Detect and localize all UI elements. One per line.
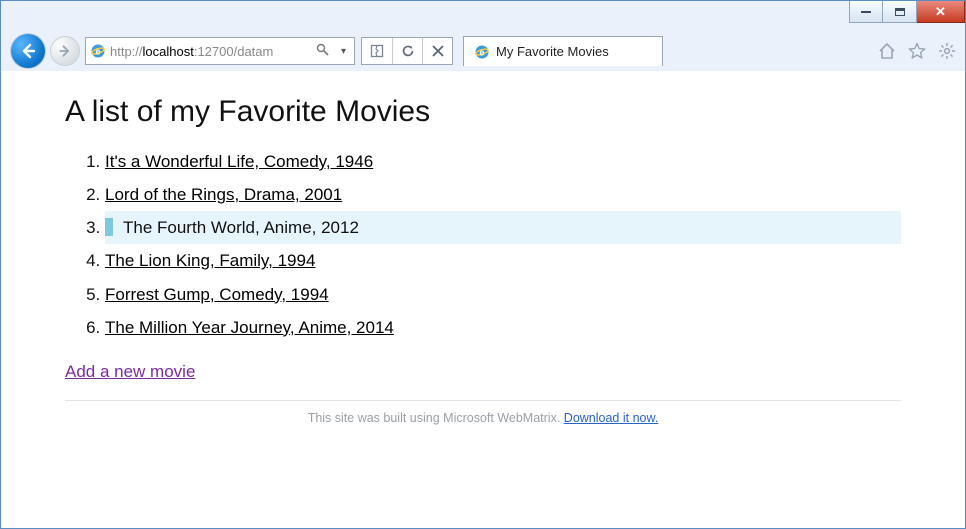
browser-right-icons bbox=[877, 41, 957, 61]
window-controls bbox=[849, 1, 965, 23]
tools-button[interactable] bbox=[937, 41, 957, 61]
home-button[interactable] bbox=[877, 41, 897, 61]
list-item: The Fourth World, Anime, 2012 bbox=[105, 211, 901, 244]
star-icon bbox=[908, 42, 926, 60]
compat-view-button[interactable] bbox=[362, 38, 392, 64]
list-item: Lord of the Rings, Drama, 2001 bbox=[105, 178, 901, 211]
address-dropdown[interactable]: ▾ bbox=[337, 46, 350, 57]
tab-title: My Favorite Movies bbox=[496, 44, 609, 59]
movie-label: The Fourth World, Anime, 2012 bbox=[123, 218, 359, 237]
movie-link[interactable]: Lord of the Rings, Drama, 2001 bbox=[105, 185, 342, 204]
toolbar-cluster bbox=[361, 37, 453, 65]
footer-text: This site was built using Microsoft WebM… bbox=[308, 411, 564, 425]
broken-page-icon bbox=[370, 44, 384, 58]
back-button[interactable] bbox=[11, 34, 45, 68]
svg-text:e: e bbox=[95, 47, 100, 57]
movie-list: It's a Wonderful Life, Comedy, 1946 Lord … bbox=[65, 145, 901, 344]
list-item: Forrest Gump, Comedy, 1994 bbox=[105, 278, 901, 311]
search-icon[interactable] bbox=[312, 43, 333, 59]
stop-button[interactable] bbox=[422, 38, 452, 64]
movie-link[interactable]: It's a Wonderful Life, Comedy, 1946 bbox=[105, 152, 373, 171]
list-item: The Million Year Journey, Anime, 2014 bbox=[105, 311, 901, 344]
refresh-icon bbox=[401, 44, 415, 58]
list-item: It's a Wonderful Life, Comedy, 1946 bbox=[105, 145, 901, 178]
maximize-button[interactable] bbox=[883, 1, 917, 23]
url-text: http://localhost:12700/datam bbox=[110, 44, 308, 59]
address-bar[interactable]: e http://localhost:12700/datam ▾ bbox=[85, 37, 355, 65]
movie-link[interactable]: The Million Year Journey, Anime, 2014 bbox=[105, 318, 394, 337]
svg-text:e: e bbox=[479, 47, 484, 57]
movie-link[interactable]: Forrest Gump, Comedy, 1994 bbox=[105, 285, 329, 304]
add-movie-link[interactable]: Add a new movie bbox=[65, 362, 195, 381]
gear-icon bbox=[938, 42, 956, 60]
footer: This site was built using Microsoft WebM… bbox=[65, 411, 901, 425]
movie-link[interactable]: The Lion King, Family, 1994 bbox=[105, 251, 315, 270]
ie-icon: e bbox=[90, 43, 106, 59]
stop-icon bbox=[432, 45, 444, 57]
nav-toolbar: e http://localhost:12700/datam ▾ e bbox=[1, 31, 965, 71]
browser-tab[interactable]: e My Favorite Movies bbox=[463, 36, 663, 66]
page-content: A list of my Favorite Movies It's a Wond… bbox=[1, 71, 965, 528]
ie-icon: e bbox=[474, 44, 490, 60]
list-item: The Lion King, Family, 1994 bbox=[105, 244, 901, 277]
favorites-button[interactable] bbox=[907, 41, 927, 61]
page-title: A list of my Favorite Movies bbox=[65, 95, 901, 129]
close-button[interactable] bbox=[917, 1, 965, 23]
forward-button[interactable] bbox=[51, 37, 79, 65]
divider bbox=[65, 400, 901, 401]
browser-window: e http://localhost:12700/datam ▾ e bbox=[0, 0, 966, 529]
refresh-button[interactable] bbox=[392, 38, 422, 64]
home-icon bbox=[878, 42, 896, 60]
minimize-button[interactable] bbox=[849, 1, 883, 23]
arrow-right-icon bbox=[58, 44, 72, 58]
selection-caret bbox=[105, 218, 113, 236]
footer-link[interactable]: Download it now. bbox=[564, 411, 659, 425]
arrow-left-icon bbox=[19, 42, 37, 60]
